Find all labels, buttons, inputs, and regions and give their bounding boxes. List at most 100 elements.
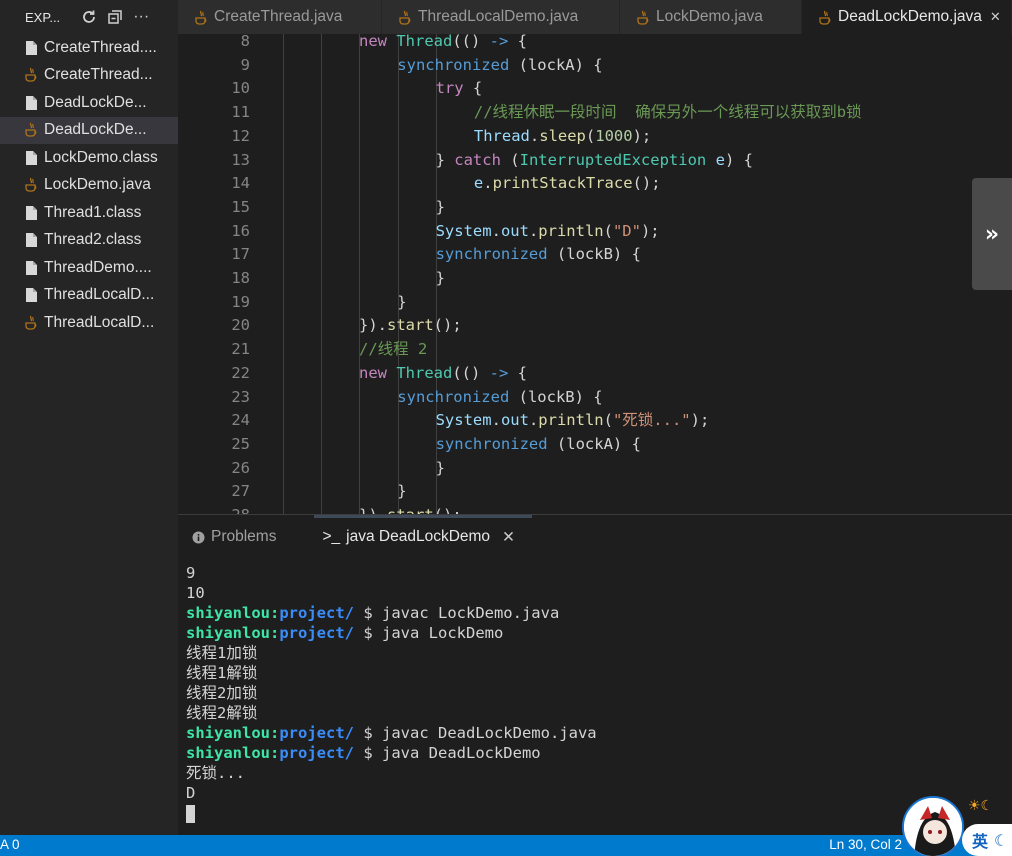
code-token: . <box>491 221 501 240</box>
code-token: ( <box>603 411 613 430</box>
terminal-line <box>186 803 597 823</box>
code-token: . <box>528 411 539 430</box>
line-number: 23 <box>231 387 250 406</box>
terminal-line: 9 <box>186 563 597 583</box>
editor-tab[interactable]: ThreadLocalDemo.java <box>382 0 620 34</box>
prompt-separator: : <box>270 724 280 742</box>
file-item-label: LockDemo.class <box>44 148 158 166</box>
code-token: ( <box>603 221 613 240</box>
code-token: . <box>529 126 540 145</box>
file-item[interactable]: CreateThread... <box>0 62 178 90</box>
file-item[interactable]: ThreadLocalD... <box>0 282 178 310</box>
prompt-user: shiyanlou <box>186 724 270 742</box>
code-line: 28}).start(); <box>178 504 1012 514</box>
editor-tab[interactable]: LockDemo.java <box>620 0 802 34</box>
refresh-icon[interactable] <box>80 8 98 26</box>
code-text: new Thread(() -> { <box>359 362 527 386</box>
file-item-label: CreateThread... <box>44 66 153 84</box>
code-token: } <box>397 292 407 311</box>
terminal-output-text: 线程1解锁 <box>186 664 258 682</box>
code-token: . <box>491 411 501 430</box>
close-icon[interactable]: ✕ <box>990 9 1001 25</box>
code-line: 25 synchronized (lockA) { <box>178 433 1012 457</box>
more-actions-icon[interactable]: ··· <box>132 8 150 26</box>
code-token: ); <box>632 126 652 145</box>
code-token: } <box>435 458 445 477</box>
code-line: 12 Thread.sleep(1000); <box>178 125 1012 149</box>
line-number: 11 <box>231 103 250 122</box>
editor-scrollbar-thumb[interactable] <box>314 515 532 518</box>
code-line: 11 //线程休眠一段时间 确保另外一个线程可以获取到b锁 <box>178 101 1012 125</box>
file-item[interactable]: ThreadLocalD... <box>0 309 178 337</box>
file-item[interactable]: DeadLockDe... <box>0 116 178 144</box>
code-token: new <box>359 34 387 50</box>
editor-tab[interactable]: DeadLockDemo.java ✕ <box>802 0 1012 34</box>
java-file-icon <box>194 10 208 25</box>
editor-tabbar: CreateThread.java ThreadLocalDemo.java Loc… <box>178 0 1012 34</box>
expand-panel-button[interactable]: » <box>972 178 1012 290</box>
code-line: 16 System.out.println("D"); <box>178 220 1012 244</box>
terminal-output-text: 死锁... <box>186 764 245 782</box>
terminal-output[interactable]: 9 10 shiyanlou:project/ $ javac LockDemo.j… <box>186 563 597 823</box>
code-token: { <box>508 34 528 50</box>
code-token: synchronized <box>397 55 510 74</box>
prompt-command: $ java LockDemo <box>354 624 504 642</box>
file-item-label: Thread2.class <box>44 231 142 249</box>
code-text: } catch (InterruptedException e) { <box>436 149 753 173</box>
line-number: 19 <box>231 292 250 311</box>
status-problems-count[interactable]: A 0 <box>0 837 20 852</box>
file-item[interactable]: DeadLockDe... <box>0 89 178 117</box>
code-text: //线程 2 <box>359 338 427 362</box>
code-token: e <box>473 174 484 193</box>
terminal-line: 死锁... <box>186 763 597 783</box>
bottom-panel: Problems >_ java DeadLockDemo ✕ 9 10 shiya… <box>178 514 1012 835</box>
code-token: (() <box>452 363 490 382</box>
code-token: ) { <box>724 150 753 169</box>
code-line: 8 new Thread(() -> { <box>178 34 1012 54</box>
java-file-icon <box>636 10 650 25</box>
file-item[interactable]: Thread2.class <box>0 227 178 255</box>
file-item[interactable]: LockDemo.class <box>0 144 178 172</box>
java-file-icon <box>23 122 39 138</box>
avatar[interactable] <box>902 796 964 856</box>
code-token: (lockB) { <box>509 387 603 406</box>
code-token: new <box>359 363 387 382</box>
file-item-label: ThreadLocalD... <box>44 313 155 331</box>
code-token: -> <box>489 34 509 50</box>
code-text: synchronized (lockA) { <box>436 433 641 457</box>
file-icon <box>23 95 39 111</box>
ime-indicator[interactable]: 英 ☾ <box>962 824 1012 856</box>
line-number: 16 <box>231 221 250 240</box>
editor-tab[interactable]: CreateThread.java <box>178 0 382 34</box>
tab-terminal[interactable]: >_ java DeadLockDemo ✕ <box>308 515 529 559</box>
line-number: 9 <box>240 55 250 74</box>
status-cursor-position[interactable]: Ln 30, Col 2 <box>829 837 902 852</box>
file-item[interactable]: ThreadDemo.... <box>0 254 178 282</box>
code-token: println <box>538 411 604 430</box>
code-token: (() <box>452 34 490 50</box>
prompt-user: shiyanlou <box>186 624 270 642</box>
code-text: try { <box>436 77 483 101</box>
code-token: ( <box>585 126 596 145</box>
code-token: Thread <box>396 363 453 382</box>
terminal-line: 线程1加锁 <box>186 643 597 663</box>
code-token: -> <box>489 363 509 382</box>
file-item-label: DeadLockDe... <box>44 93 147 111</box>
tab-problems[interactable]: Problems <box>178 515 290 559</box>
code-token: System <box>435 221 492 240</box>
code-token: { <box>508 363 528 382</box>
collapse-all-icon[interactable] <box>106 8 124 26</box>
file-item[interactable]: Thread1.class <box>0 199 178 227</box>
file-item-label: ThreadDemo.... <box>44 258 152 276</box>
terminal-output-text: 10 <box>186 584 205 602</box>
prompt-user: shiyanlou <box>186 604 270 622</box>
code-editor[interactable]: 8 new Thread(() -> {9 synchronized (lockA)… <box>178 34 1012 514</box>
code-token: . <box>528 221 539 240</box>
code-line: 15} <box>178 196 1012 220</box>
java-file-icon <box>23 177 39 193</box>
file-item[interactable]: LockDemo.java <box>0 172 178 200</box>
code-token: 1000 <box>595 126 633 145</box>
file-item[interactable]: CreateThread.... <box>0 34 178 62</box>
close-icon[interactable]: ✕ <box>502 528 515 547</box>
